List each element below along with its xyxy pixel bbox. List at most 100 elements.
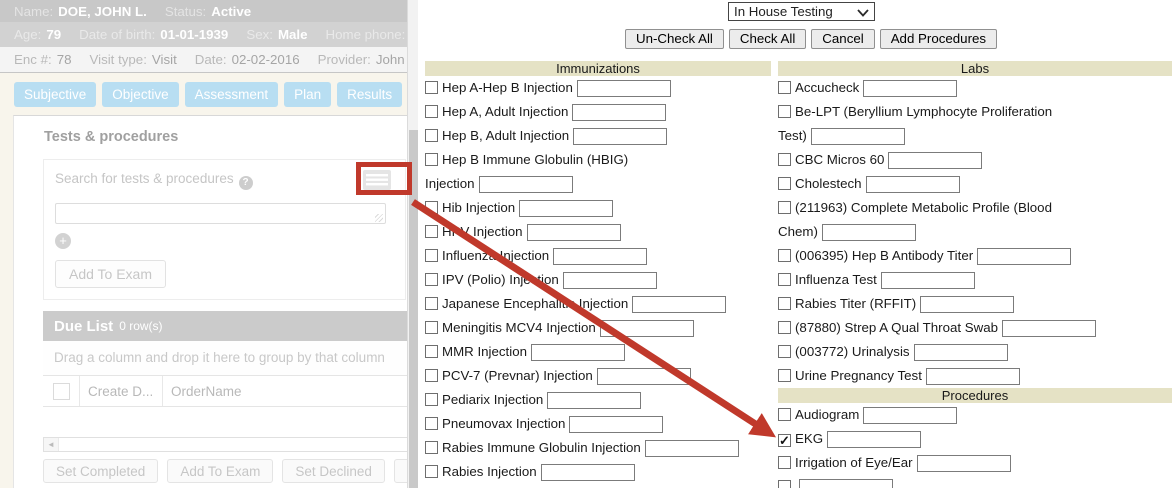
value-input[interactable]: [799, 479, 893, 488]
checkbox-be-lpt-beryllium-lymphocyte-proliferation-test[interactable]: [778, 105, 791, 118]
value-input[interactable]: [863, 407, 957, 424]
value-input[interactable]: [600, 320, 694, 337]
checkbox-irrigation-of-eye-ear[interactable]: [778, 456, 791, 469]
value-input[interactable]: [1002, 320, 1096, 337]
procedure-row-pneumovax-injection: Pneumovax Injection: [425, 412, 771, 436]
value-input[interactable]: [569, 416, 663, 433]
value-input[interactable]: [917, 455, 1011, 472]
checkbox-item[interactable]: [778, 480, 791, 488]
category-select[interactable]: In House Testing: [728, 2, 875, 21]
value-input[interactable]: [920, 296, 1014, 313]
due-grid-body: [43, 407, 409, 437]
value-input[interactable]: [827, 431, 921, 448]
checkbox-211963-complete-metabolic-profile-blood-chem[interactable]: [778, 201, 791, 214]
checkbox-japanese-encephalitis-injection[interactable]: [425, 297, 438, 310]
checkbox-hep-a-hep-b-injection[interactable]: [425, 81, 438, 94]
checkbox-003772-urinalysis[interactable]: [778, 345, 791, 358]
checkbox-accucheck[interactable]: [778, 81, 791, 94]
checkbox-006395-hep-b-antibody-titer[interactable]: [778, 249, 791, 262]
checkbox-pediarix-injection[interactable]: [425, 393, 438, 406]
page-scrollbar[interactable]: [407, 0, 418, 488]
checkbox-pcv-7-prevnar-injection[interactable]: [425, 369, 438, 382]
checkbox-87880-strep-a-qual-throat-swab[interactable]: [778, 321, 791, 334]
select-all-checkbox[interactable]: [53, 383, 70, 400]
value-input[interactable]: [914, 344, 1008, 361]
value-input[interactable]: [573, 128, 667, 145]
value-input[interactable]: [563, 272, 657, 289]
value-input[interactable]: [632, 296, 726, 313]
value-input[interactable]: [645, 440, 739, 457]
value-input[interactable]: [577, 80, 671, 97]
label-and-input: Injection: [500, 248, 648, 263]
checkbox-influenza-test[interactable]: [778, 273, 791, 286]
value-input[interactable]: [519, 200, 613, 217]
column-header-create-date[interactable]: Create D...: [79, 376, 163, 406]
tab-results[interactable]: Results: [337, 82, 402, 107]
value-input[interactable]: [547, 392, 641, 409]
tests-search-input[interactable]: [55, 203, 386, 224]
plus-icon[interactable]: +: [55, 233, 71, 249]
value-input[interactable]: [527, 224, 621, 241]
cancel-button[interactable]: Cancel: [811, 29, 874, 49]
checkbox-rabies-injection[interactable]: [425, 465, 438, 478]
checkbox-hep-b-immune-globulin-hbig-injection[interactable]: [425, 153, 438, 166]
checkbox-hpv-injection[interactable]: [425, 225, 438, 238]
value-input[interactable]: [822, 224, 916, 241]
set-completed-button[interactable]: Set Completed: [43, 459, 158, 483]
value-input[interactable]: [541, 464, 635, 481]
set-declined-button[interactable]: Set Declined: [282, 459, 385, 483]
value-input[interactable]: [597, 368, 691, 385]
add-procedures-button[interactable]: Add Procedures: [880, 29, 997, 49]
horizontal-scrollbar[interactable]: ◄: [43, 437, 409, 452]
help-icon[interactable]: ?: [239, 176, 253, 190]
chevron-down-icon: [857, 9, 869, 17]
un-check-all-button[interactable]: Un-Check All: [625, 29, 724, 49]
checkbox-cbc-micros-60[interactable]: [778, 153, 791, 166]
value-input[interactable]: [553, 248, 647, 265]
value-input[interactable]: [572, 104, 666, 121]
tab-assessment[interactable]: Assessment: [185, 82, 279, 107]
value-input[interactable]: [531, 344, 625, 361]
checkbox-influenza-injection[interactable]: [425, 249, 438, 262]
procedure-row-hep-a-adult-injection: Hep A, Adult Injection: [425, 100, 771, 124]
scroll-left-icon[interactable]: ◄: [44, 440, 58, 449]
check-all-button[interactable]: Check All: [729, 29, 806, 49]
page-scrollbar-thumb[interactable]: [409, 130, 418, 488]
label-and-input: [795, 479, 893, 488]
value-input[interactable]: [811, 128, 905, 145]
value-input[interactable]: [926, 368, 1020, 385]
value-input[interactable]: [888, 152, 982, 169]
field-value: 79: [46, 27, 61, 42]
checkbox-ekg[interactable]: ✓: [778, 434, 791, 447]
value-input[interactable]: [863, 80, 957, 97]
checkbox-hep-a-adult-injection[interactable]: [425, 105, 438, 118]
value-input[interactable]: [866, 176, 960, 193]
checkbox-ipv-polio-injection[interactable]: [425, 273, 438, 286]
tab-subjective[interactable]: Subjective: [14, 82, 96, 107]
procedure-row-meningitis-mcv4-injection: Meningitis MCV4 Injection: [425, 316, 771, 340]
checkbox-audiogram[interactable]: [778, 408, 791, 421]
add-to-exam-button[interactable]: Add To Exam: [55, 260, 166, 288]
checkbox-hep-b-adult-injection[interactable]: [425, 129, 438, 142]
checkbox-rabies-immune-globulin-injection[interactable]: [425, 441, 438, 454]
checkbox-mmr-injection[interactable]: [425, 345, 438, 358]
value-input[interactable]: [479, 176, 573, 193]
checkbox-cholestech[interactable]: [778, 177, 791, 190]
value-input[interactable]: [977, 248, 1071, 265]
value-input[interactable]: [881, 272, 975, 289]
tab-objective[interactable]: Objective: [102, 82, 178, 107]
column-header-ordername[interactable]: OrderName: [163, 384, 409, 399]
checkbox-hib-injection[interactable]: [425, 201, 438, 214]
search-label: Search for tests & procedures: [55, 171, 234, 186]
checkbox-rabies-titer-rffit[interactable]: [778, 297, 791, 310]
label-and-input: Urinalysis: [852, 344, 1008, 359]
list-view-icon[interactable]: [362, 169, 392, 191]
add-to-exam-button[interactable]: Add To Exam: [167, 459, 273, 483]
checkbox-pneumovax-injection[interactable]: [425, 417, 438, 430]
tab-plan[interactable]: Plan: [284, 82, 331, 107]
procedure-row-ipv-polio-injection: IPV (Polio) Injection: [425, 268, 771, 292]
checkbox-urine-pregnancy-test[interactable]: [778, 369, 791, 382]
scrollbar-track[interactable]: [58, 438, 408, 451]
label-and-input: Injection: [466, 200, 614, 215]
checkbox-meningitis-mcv4-injection[interactable]: [425, 321, 438, 334]
